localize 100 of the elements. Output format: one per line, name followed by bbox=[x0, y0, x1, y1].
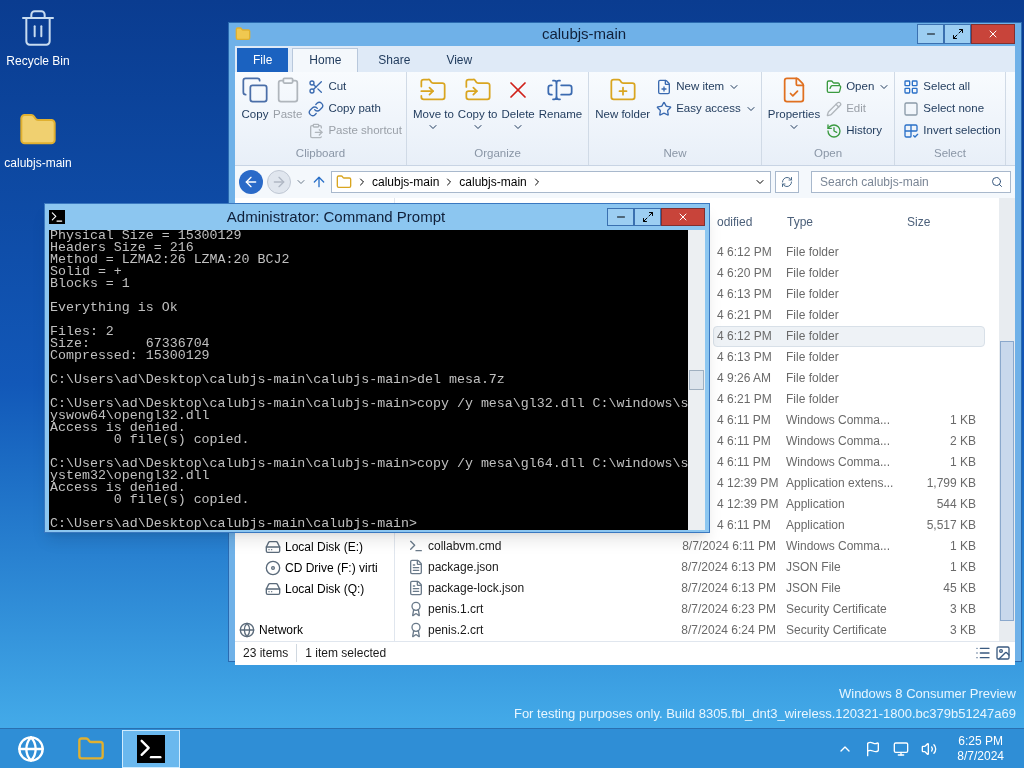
details-view-icon[interactable] bbox=[975, 645, 991, 661]
ribbon-button[interactable]: Delete bbox=[499, 71, 537, 146]
console-line: Headers Size = 216 bbox=[50, 242, 195, 254]
size-cell-text: 45 KB bbox=[943, 580, 976, 597]
file-row[interactable]: 4 6:12 PM File folder bbox=[713, 241, 985, 263]
file-row[interactable]: collabvm.cmd 8/7/2024 6:11 PM Windows Comma... 1 KB bbox=[395, 535, 985, 557]
scrollbar[interactable] bbox=[688, 230, 705, 530]
file-row[interactable]: 4 6:12 PM File folder bbox=[713, 325, 985, 347]
size-cell-text: 1 KB bbox=[950, 559, 976, 576]
ribbon-button[interactable]: History bbox=[826, 119, 891, 142]
date-cell-text: 8/7/2024 6:11 PM bbox=[682, 538, 776, 555]
build-text: Windows 8 Consumer Preview bbox=[839, 685, 1016, 703]
nav-item[interactable]: CD Drive (F:) virti bbox=[245, 557, 394, 579]
file-row[interactable]: penis.1.crt 8/7/2024 6:23 PM Security Certificate 3 KB bbox=[395, 598, 985, 620]
address-bar[interactable]: calubjs-main calubjs-main bbox=[331, 170, 771, 193]
type-cell-text: File folder bbox=[786, 391, 840, 408]
file-row[interactable]: 4 6:11 PM Application 5,517 KB bbox=[713, 514, 985, 536]
ribbon-button[interactable]: Easy access bbox=[656, 97, 757, 120]
file-row[interactable]: 4 6:21 PM File folder bbox=[713, 304, 985, 326]
type-cell-text: Windows Comma... bbox=[786, 454, 892, 471]
ribbon-button[interactable]: New folder bbox=[593, 71, 653, 146]
ribbon-button[interactable]: Copy path bbox=[308, 97, 402, 120]
type-cell-text: Windows Comma... bbox=[786, 538, 892, 555]
file-row[interactable]: 4 6:11 PM Windows Comma... 1 KB bbox=[713, 451, 985, 473]
ribbon-tab[interactable]: View bbox=[430, 47, 489, 72]
minimize-button[interactable] bbox=[607, 208, 634, 226]
globe-icon bbox=[239, 622, 255, 638]
group-label: Clipboard bbox=[294, 146, 347, 162]
back-button[interactable] bbox=[239, 169, 263, 194]
file-row[interactable]: 4 6:13 PM File folder bbox=[713, 346, 985, 368]
build-text: For testing purposes only. Build 8305.fbl_dnt3_wireless.120321-1800.bc379b51247a69 bbox=[513, 704, 1016, 723]
thumbnail-view-icon[interactable] bbox=[995, 645, 1011, 661]
network-icon[interactable] bbox=[893, 740, 910, 757]
ribbon-button[interactable]: Cut bbox=[308, 75, 402, 98]
ribbon-button[interactable]: Open bbox=[826, 75, 891, 98]
size-cell-text: 3 KB bbox=[950, 601, 976, 618]
drive-icon bbox=[265, 539, 281, 555]
clock[interactable]: 6:25 PM 8/7/2024 bbox=[957, 733, 1004, 764]
file-tab[interactable]: File bbox=[237, 47, 289, 72]
file-name: penis.2.crt bbox=[428, 622, 484, 639]
column-header[interactable]: Type bbox=[785, 212, 905, 231]
ribbon-button[interactable]: Properties bbox=[765, 71, 823, 146]
desktop-label[interactable]: Recycle Bin bbox=[6, 52, 70, 70]
file-row[interactable]: penis.2.crt 8/7/2024 6:24 PM Security Certificate 3 KB bbox=[395, 619, 985, 641]
file-row[interactable]: 4 6:20 PM File folder bbox=[713, 262, 985, 284]
maximize-button[interactable] bbox=[634, 208, 661, 226]
file-row[interactable]: 4 12:39 PM Application 544 KB bbox=[713, 493, 985, 515]
refresh-icon bbox=[781, 175, 793, 188]
desktop-label[interactable]: calubjs-main bbox=[4, 154, 72, 172]
file-row[interactable]: 4 6:21 PM File folder bbox=[713, 388, 985, 410]
close-icon bbox=[677, 211, 689, 223]
column-header[interactable]: odified bbox=[713, 212, 785, 231]
ribbon-button[interactable]: Invert selection bbox=[903, 119, 1001, 142]
file-row[interactable]: package.json 8/7/2024 6:13 PM JSON File 1 KB bbox=[395, 556, 985, 578]
breadcrumb[interactable]: calubjs-main bbox=[459, 172, 527, 191]
breadcrumb[interactable]: calubjs-main bbox=[372, 172, 440, 191]
nav-item[interactable]: Local Disk (Q:) bbox=[245, 578, 394, 600]
ribbon-button[interactable]: Copy bbox=[239, 71, 271, 146]
flag-icon[interactable] bbox=[865, 740, 882, 757]
ribbon-button[interactable]: Select all bbox=[903, 75, 1001, 98]
ribbon-button[interactable]: New item bbox=[656, 75, 757, 98]
nav-item[interactable]: Local Disk (E:) bbox=[245, 536, 394, 558]
type-cell-text: File folder bbox=[786, 370, 840, 387]
type-cell-text: File folder bbox=[786, 307, 840, 324]
group-label: New bbox=[662, 146, 688, 162]
ribbon-button[interactable]: Rename bbox=[536, 71, 585, 146]
folder-icon bbox=[77, 734, 105, 763]
nav-item[interactable]: Network bbox=[239, 619, 394, 641]
drive-icon bbox=[265, 581, 281, 597]
ribbon-tab[interactable]: Share bbox=[362, 47, 427, 72]
refresh-button[interactable] bbox=[775, 170, 799, 193]
file-name: package.json bbox=[428, 559, 499, 576]
date-cell-text: 4 6:11 PM bbox=[717, 433, 771, 450]
maximize-button[interactable] bbox=[944, 24, 971, 45]
console-line: Size: 67336704 bbox=[50, 338, 211, 350]
file-row[interactable]: 4 6:13 PM File folder bbox=[713, 283, 985, 305]
ribbon-button[interactable]: Copy to bbox=[455, 71, 500, 146]
search-field[interactable]: Search calubjs-main bbox=[811, 170, 1011, 193]
file-row[interactable]: 4 6:11 PM Windows Comma... 2 KB bbox=[713, 430, 985, 452]
ribbon-button[interactable]: Select none bbox=[903, 97, 1001, 120]
file-row[interactable]: 4 12:39 PM Application extens... 1,799 KB bbox=[713, 472, 985, 494]
status-text: 1 item selected bbox=[296, 644, 395, 662]
certificate-icon bbox=[408, 622, 424, 638]
history-icon bbox=[826, 122, 843, 139]
status-text: 23 items bbox=[242, 645, 290, 662]
folder-icon bbox=[235, 26, 251, 43]
certificate-icon bbox=[408, 601, 424, 617]
file-row[interactable]: package-lock.json 8/7/2024 6:13 PM JSON File 45 KB bbox=[395, 577, 985, 599]
file-row[interactable]: 4 9:26 AM File folder bbox=[713, 367, 985, 389]
scrollbar[interactable] bbox=[999, 197, 1015, 641]
close-button[interactable] bbox=[971, 24, 1015, 45]
type-cell-text: Windows Comma... bbox=[786, 433, 892, 450]
ribbon-tab[interactable]: Home bbox=[292, 47, 359, 72]
column-header[interactable]: Size bbox=[905, 212, 985, 231]
ribbon-button[interactable]: Move to bbox=[410, 71, 456, 146]
file-row[interactable]: 4 6:11 PM Windows Comma... 1 KB bbox=[713, 409, 985, 431]
date-cell-text: 4 6:12 PM bbox=[717, 328, 772, 345]
taskbar-button[interactable] bbox=[122, 729, 180, 768]
date-cell-text: 4 6:13 PM bbox=[717, 349, 772, 366]
speaker-icon[interactable] bbox=[921, 740, 938, 757]
